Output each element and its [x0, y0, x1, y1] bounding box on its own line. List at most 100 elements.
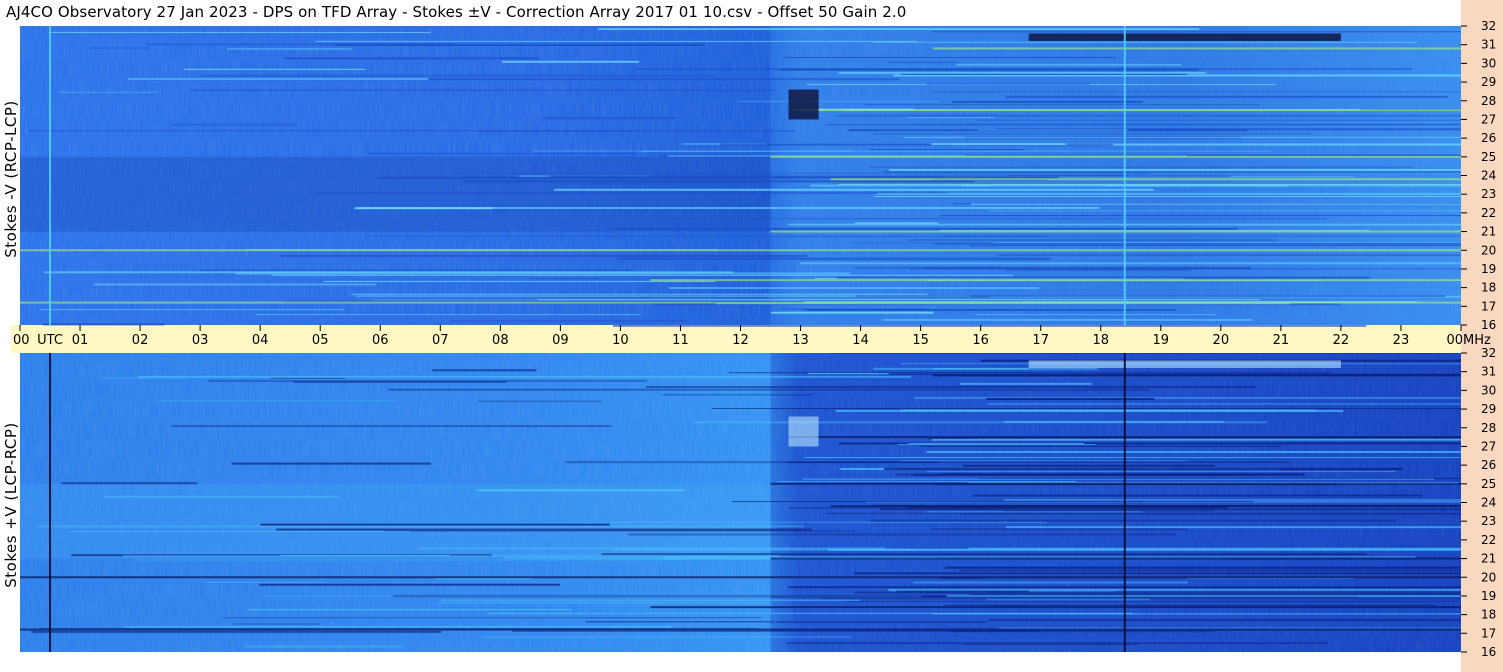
rfi-streak	[334, 44, 705, 47]
rfi-streak	[952, 100, 1143, 103]
freq-tick-label: 22	[1481, 533, 1496, 547]
rfi-streak	[889, 169, 1461, 172]
bottom-panel	[20, 353, 1461, 652]
rfi-streak	[383, 530, 856, 532]
rfi-streak	[365, 235, 1047, 237]
freq-tick-label: 20	[1481, 570, 1496, 584]
rfi-streak	[617, 257, 1051, 260]
freq-tick-label: 18	[1481, 608, 1496, 622]
rfi-streak	[970, 245, 1461, 247]
rfi-streak	[973, 494, 1422, 497]
rfi-streak	[226, 48, 352, 50]
rfi-streak	[124, 625, 672, 628]
rfi-streak	[945, 566, 1461, 569]
rfi-streak	[662, 394, 814, 396]
rfi-streak	[609, 521, 1047, 523]
rfi-streak	[807, 372, 889, 374]
rfi-streak	[903, 136, 1461, 138]
rfi-streak	[437, 602, 772, 604]
rfi-band	[20, 576, 1461, 579]
freq-tick-label: 22	[1481, 206, 1496, 220]
rfi-streak	[441, 599, 861, 601]
rfi-streak	[637, 68, 1413, 71]
rfi-streak	[542, 117, 675, 120]
time-tick-label: 20	[1213, 333, 1230, 348]
rfi-streak	[997, 627, 1461, 629]
burst-event	[788, 89, 819, 120]
rfi-streak	[869, 148, 1026, 150]
rfi-streak	[907, 239, 1278, 242]
time-tick-label: 19	[1153, 333, 1170, 348]
rfi-streak	[897, 444, 1096, 446]
rfi-streak	[776, 621, 988, 623]
rfi-streak	[978, 129, 1129, 131]
freq-tick-label: 27	[1481, 112, 1496, 126]
rfi-streak	[930, 528, 1188, 531]
rfi-streak	[171, 425, 612, 427]
rfi-streak	[882, 318, 1253, 321]
time-tick-label: 03	[192, 333, 209, 348]
rfi-streak	[58, 91, 159, 93]
rfi-streak	[43, 271, 734, 274]
rfi-streak	[42, 323, 165, 326]
rfi-streak	[481, 636, 852, 638]
rfi-streak	[810, 184, 1289, 187]
freq-tick-label: 23	[1481, 187, 1496, 201]
rfi-streak	[476, 489, 685, 492]
rfi-streak	[585, 621, 775, 623]
rfi-streak	[927, 438, 1461, 440]
rfi-streak	[801, 309, 1137, 311]
rfi-streak	[549, 175, 1231, 177]
rfi-streak	[128, 77, 429, 80]
time-unit-label: UTC	[37, 333, 63, 348]
rfi-streak	[975, 313, 1217, 315]
rfi-streak	[896, 590, 1030, 593]
time-tick-label: 08	[492, 333, 509, 348]
rfi-streak	[913, 581, 1188, 584]
rfi-band	[932, 47, 1461, 50]
rfi-streak	[231, 462, 431, 465]
freq-tick-label: 26	[1481, 458, 1496, 472]
rfi-streak	[873, 133, 1312, 135]
rfi-streak	[316, 191, 947, 194]
rfi-streak	[838, 71, 1207, 74]
rfi-streak	[462, 180, 975, 183]
rfi-streak	[453, 172, 1148, 174]
freq-tick-label: 18	[1481, 281, 1496, 295]
rfi-streak	[988, 210, 1461, 212]
freq-tick-label: 30	[1481, 383, 1496, 397]
rfi-streak	[926, 471, 1396, 473]
rfi-streak	[208, 380, 647, 382]
rfi-band	[770, 482, 1461, 485]
rfi-streak	[919, 445, 1282, 447]
rfi-streak	[554, 188, 1154, 191]
rfi-streak	[200, 74, 717, 77]
rfi-streak	[932, 31, 1461, 33]
freq-tick-label: 19	[1481, 589, 1496, 603]
rfi-streak	[355, 295, 857, 298]
freq-tick-label: 28	[1481, 94, 1496, 108]
rfi-streak	[846, 600, 1461, 602]
vertical-marker	[1123, 26, 1126, 325]
rfi-streak	[873, 367, 1098, 370]
freq-tick-label: 27	[1481, 439, 1496, 453]
rfi-band	[830, 505, 1461, 508]
rfi-streak	[487, 612, 1133, 614]
vertical-marker	[1123, 353, 1126, 652]
rfi-streak	[233, 623, 321, 625]
rfi-streak	[598, 28, 1200, 31]
time-tick-label: 21	[1273, 333, 1290, 348]
rfi-streak	[431, 369, 537, 372]
rfi-streak	[612, 324, 1367, 327]
time-tick-label: 23	[1393, 333, 1410, 348]
rfi-band	[650, 279, 1461, 282]
freq-tick-label: 17	[1481, 626, 1496, 640]
rfi-band	[20, 301, 1461, 304]
rfi-streak	[1005, 526, 1461, 529]
rfi-streak	[610, 227, 1238, 230]
freq-tick-label: 29	[1481, 75, 1496, 89]
rfi-streak	[865, 104, 1260, 106]
rfi-streak	[784, 56, 1116, 58]
time-tick-label: 05	[312, 333, 329, 348]
rfi-streak	[821, 598, 1461, 600]
